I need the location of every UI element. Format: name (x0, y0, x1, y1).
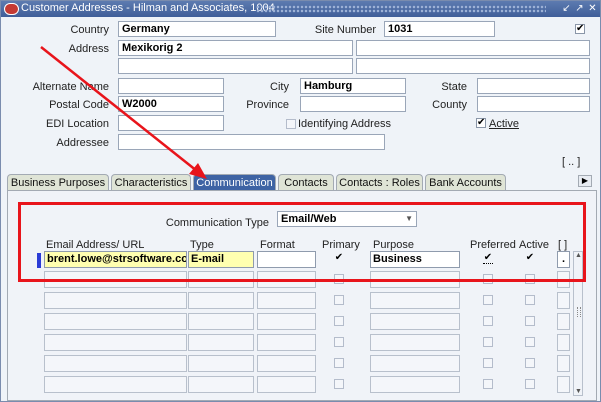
customer-addresses-window: Customer Addresses - Hilman and Associat… (0, 0, 601, 402)
annotation-arrow-icon (40, 46, 207, 179)
